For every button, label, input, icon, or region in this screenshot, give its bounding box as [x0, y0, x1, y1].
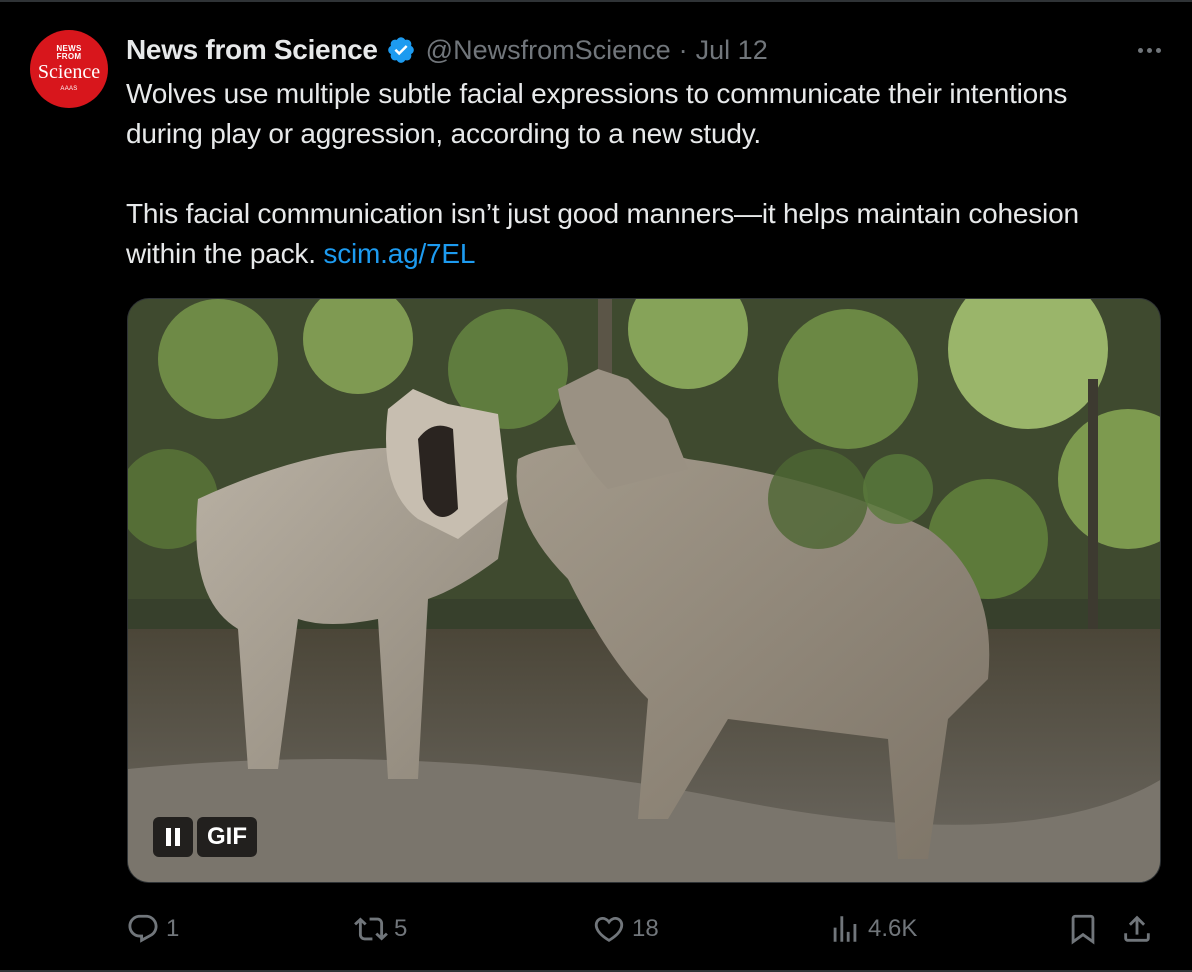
author-handle[interactable]: @NewsfromScience	[426, 35, 671, 66]
more-options-icon[interactable]	[1132, 38, 1166, 62]
tweet-paragraph-1: Wolves use multiple subtle facial expres…	[126, 78, 1068, 149]
tweet-paragraph-2: This facial communication isn’t just goo…	[126, 194, 1136, 274]
tweet-date[interactable]: Jul 12	[696, 35, 768, 66]
avatar[interactable]: NEWS FROM Science AAAS	[30, 30, 108, 108]
bookmark-button[interactable]	[1066, 908, 1100, 950]
repost-button[interactable]: 5	[354, 908, 407, 950]
pause-icon[interactable]	[153, 817, 193, 857]
reply-count: 1	[166, 915, 180, 942]
repost-count: 5	[394, 915, 408, 942]
like-button[interactable]: 18	[592, 908, 659, 950]
reply-icon	[128, 914, 158, 943]
separator-dot: ·	[678, 34, 688, 65]
tweet-card[interactable]: NEWS FROM Science AAAS News from Science…	[0, 0, 1192, 972]
heart-icon	[594, 916, 624, 942]
reply-button[interactable]: 1	[126, 908, 179, 950]
like-count: 18	[632, 915, 659, 942]
share-button[interactable]	[1120, 908, 1154, 950]
tweet-text: Wolves use multiple subtle facial expres…	[126, 74, 1136, 274]
action-bar: 1 5 18 4.6K	[126, 908, 1166, 950]
gif-controls: GIF	[153, 817, 257, 857]
author-name[interactable]: News from Science	[126, 34, 378, 66]
tweet-link[interactable]: scim.ag/7EL	[323, 238, 475, 269]
repost-icon	[354, 917, 388, 941]
tweet-paragraph-2-text: This facial communication isn’t just goo…	[126, 198, 1079, 269]
wolves-image	[128, 299, 1160, 882]
tweet-header: News from Science @NewsfromScience · Jul…	[126, 32, 768, 68]
avatar-text-from: FROM	[56, 52, 82, 61]
verified-badge-icon[interactable]	[386, 35, 416, 65]
share-icon	[1124, 915, 1150, 942]
views-button[interactable]: 4.6K	[828, 908, 917, 950]
views-chart-icon	[833, 916, 857, 942]
media-gif[interactable]: GIF	[127, 298, 1161, 883]
bookmark-icon	[1071, 914, 1095, 945]
gif-badge[interactable]: GIF	[197, 817, 257, 857]
views-count: 4.6K	[868, 915, 918, 942]
avatar-text-science: Science	[37, 61, 101, 83]
avatar-text-aaas: AAAS	[60, 86, 78, 92]
